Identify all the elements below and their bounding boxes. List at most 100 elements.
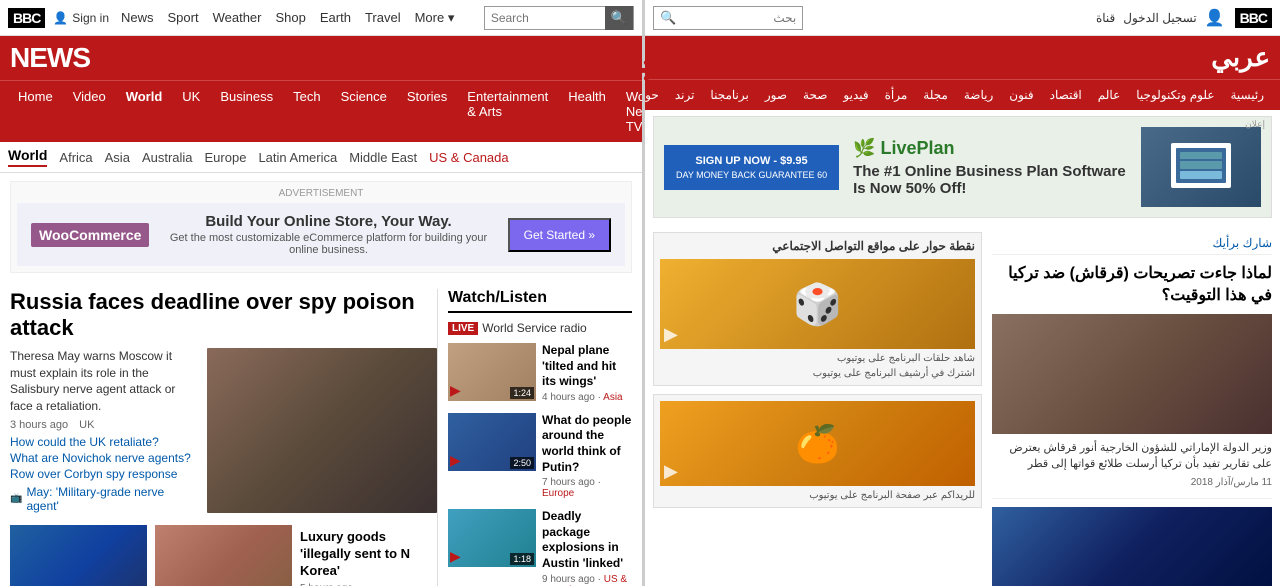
sign-in-link[interactable]: 👤 Sign in	[53, 11, 109, 25]
nav-home[interactable]: Home	[8, 81, 63, 142]
nav-tech[interactable]: Tech	[283, 81, 330, 142]
nav-stories[interactable]: Stories	[397, 81, 457, 142]
arabic-nav-video[interactable]: فيديو	[835, 80, 876, 110]
nav-sport[interactable]: Sport	[168, 10, 199, 26]
arabic-search-input[interactable]	[682, 11, 802, 25]
play-icon-yt1: ▶	[664, 324, 678, 345]
article-link-1[interactable]: How could the UK retaliate?	[10, 435, 197, 449]
social-box-2: 🍊 ▶ للريداكم عبر صفحة البرنامج على يوتيو…	[653, 394, 982, 508]
arabic-article-date: 11 مارس/آذار 2018	[992, 477, 1272, 488]
arabic-nav-magazine[interactable]: مجلة	[915, 80, 956, 110]
video-info-1: Nepal plane 'tilted and hit its wings' 4…	[542, 343, 632, 403]
section-africa[interactable]: Africa	[59, 150, 92, 165]
video-thumb-3: ▶ 1:18	[448, 509, 536, 567]
arabic-nav-photos[interactable]: صور	[757, 80, 795, 110]
video-thumb-1: ▶ 1:24	[448, 343, 536, 401]
article-image-putin	[207, 348, 437, 513]
section-world[interactable]: World	[8, 147, 47, 167]
nav-travel[interactable]: Travel	[365, 10, 401, 26]
section-middle-east[interactable]: Middle East	[349, 150, 417, 165]
arabic-nav-program[interactable]: برنامجنا	[702, 80, 756, 110]
arabic-ad-cta1: SIGN UP NOW - $9.95	[676, 155, 827, 167]
arabic-user-icon[interactable]: 👤	[1205, 8, 1225, 28]
nav-shop[interactable]: Shop	[276, 10, 306, 26]
nav-news[interactable]: News	[121, 10, 154, 26]
nav-earth[interactable]: Earth	[320, 10, 351, 26]
youtube-thumb-1[interactable]: 🎲 ▶	[660, 259, 975, 349]
bbc-news-title: NEWS	[10, 42, 90, 73]
arabic-bbc-logo[interactable]: BBC	[1235, 8, 1272, 28]
article-link-3[interactable]: Row over Corbyn spy response	[10, 467, 197, 481]
nav-science[interactable]: Science	[331, 81, 397, 142]
video-cat-1: Asia	[603, 392, 622, 403]
nav-health[interactable]: Health	[558, 81, 616, 142]
article-time: 3 hours ago	[10, 419, 68, 431]
nav-world[interactable]: World	[116, 81, 173, 142]
video-item-2[interactable]: ▶ 2:50 What do people around the world t…	[448, 413, 632, 499]
arabic-nav-sports[interactable]: رياضة	[956, 80, 1001, 110]
video-meta-3: 9 hours ago · US & Canada	[542, 574, 632, 586]
nav-business[interactable]: Business	[210, 81, 283, 142]
search-button[interactable]: 🔍	[605, 6, 633, 30]
watch-listen-header: Watch/Listen	[448, 289, 632, 313]
arabic-nav-health[interactable]: صحة	[795, 80, 835, 110]
arabic-header: عربي	[645, 36, 1280, 79]
article-link-2[interactable]: What are Novichok nerve agents?	[10, 451, 197, 465]
main-headline: Russia faces deadline over spy poison at…	[10, 289, 437, 342]
bbc-logo[interactable]: BBC	[8, 8, 45, 28]
arabic-nav-economy[interactable]: اقتصاد	[1042, 80, 1090, 110]
play-icon-2: ▶	[450, 452, 461, 469]
arabic-ad-cta2: 60 DAY MONEY BACK GUARANTEE	[676, 170, 827, 180]
arabic-channel-text[interactable]: قناة	[1096, 11, 1115, 25]
video-info-2: What do people around the world think of…	[542, 413, 632, 499]
arabic-secondary-image	[992, 507, 1272, 586]
main-content: Russia faces deadline over spy poison at…	[0, 281, 642, 586]
video-item-3[interactable]: ▶ 1:18 Deadly package explosions in Aust…	[448, 509, 632, 586]
section-australia[interactable]: Australia	[142, 150, 193, 165]
section-us-canada[interactable]: US & Canada	[429, 150, 509, 165]
arabic-nav-trend[interactable]: ترند	[667, 80, 703, 110]
arabic-ad-signup[interactable]: SIGN UP NOW - $9.95 60 DAY MONEY BACK GU…	[664, 145, 839, 190]
video-meta-1: 4 hours ago · Asia	[542, 392, 632, 403]
main-nav-items: Home Video World UK Business Tech Scienc…	[8, 81, 645, 142]
section-nav: World Africa Asia Australia Europe Latin…	[0, 142, 642, 173]
video-thumb-2: ▶ 2:50	[448, 413, 536, 471]
youtube-thumb-2[interactable]: 🍊 ▶	[660, 401, 975, 486]
nav-more[interactable]: More ▾	[415, 10, 455, 26]
nav-uk[interactable]: UK	[172, 81, 210, 142]
ad-subtext: Get the most customizable eCommerce plat…	[163, 232, 493, 256]
story-trump: Trump blocks biggest tech takeover He ci…	[10, 525, 147, 586]
arabic-ad-text: 🌿 LivePlan The #1 Online Business Plan S…	[853, 138, 1127, 197]
article-link-4[interactable]: May: 'Military-grade nerve agent'	[26, 485, 197, 513]
nav-video[interactable]: Video	[63, 81, 116, 142]
ad-cta-button[interactable]: Get Started »	[508, 218, 611, 252]
bottom-stories: Trump blocks biggest tech takeover He ci…	[10, 525, 437, 586]
search-input[interactable]	[485, 11, 605, 25]
live-text: World Service radio	[482, 321, 586, 335]
video-item-1[interactable]: ▶ 1:24 Nepal plane 'tilted and hit its w…	[448, 343, 632, 403]
section-asia[interactable]: Asia	[105, 150, 130, 165]
section-latin-america[interactable]: Latin America	[258, 150, 337, 165]
arabic-main-nav: رئيسية علوم وتكنولوجيا عالم اقتصاد فنون …	[645, 79, 1280, 110]
section-europe[interactable]: Europe	[205, 150, 247, 165]
arabic-signin-text[interactable]: تسجيل الدخول	[1123, 11, 1196, 25]
arabic-main-article: لماذا جاءت تصريحات (قرقاش) ضد تركيا في ه…	[992, 263, 1272, 488]
live-radio[interactable]: LIVE World Service radio	[448, 321, 632, 335]
arabic-content: شارك برأيك لماذا جاءت تصريحات (قرقاش) ضد…	[645, 224, 1280, 586]
nav-entertainment[interactable]: Entertainment & Arts	[457, 81, 558, 142]
social-header-1: نقطة حوار على مواقع التواصل الاجتماعي	[660, 239, 975, 253]
arabic-search-bar[interactable]: 🔍	[653, 6, 803, 30]
nav-weather[interactable]: Weather	[213, 10, 262, 26]
social-desc-2: اشترك في أرشيف البرنامج على يوتيوب	[660, 368, 975, 379]
share-opinion-btn[interactable]: شارك برأيك	[992, 232, 1272, 255]
arabic-nav-raisiya[interactable]: رئيسية	[1222, 80, 1272, 110]
arabic-nav-science[interactable]: علوم وتكنولوجيا	[1128, 80, 1222, 110]
arabic-search-icon[interactable]: 🔍	[654, 10, 682, 26]
search-bar[interactable]: 🔍	[484, 6, 634, 30]
arabic-nav-arts[interactable]: فنون	[1001, 80, 1041, 110]
social-desc-3: للريداكم عبر صفحة البرنامج على يوتيوب	[660, 490, 975, 501]
arabic-ad-label: إعلان	[1245, 119, 1265, 130]
arabic-nav-world[interactable]: عالم	[1090, 80, 1128, 110]
arabic-nav-womens[interactable]: مرأة	[877, 80, 916, 110]
video-cat-3: US & Canada	[542, 574, 627, 586]
